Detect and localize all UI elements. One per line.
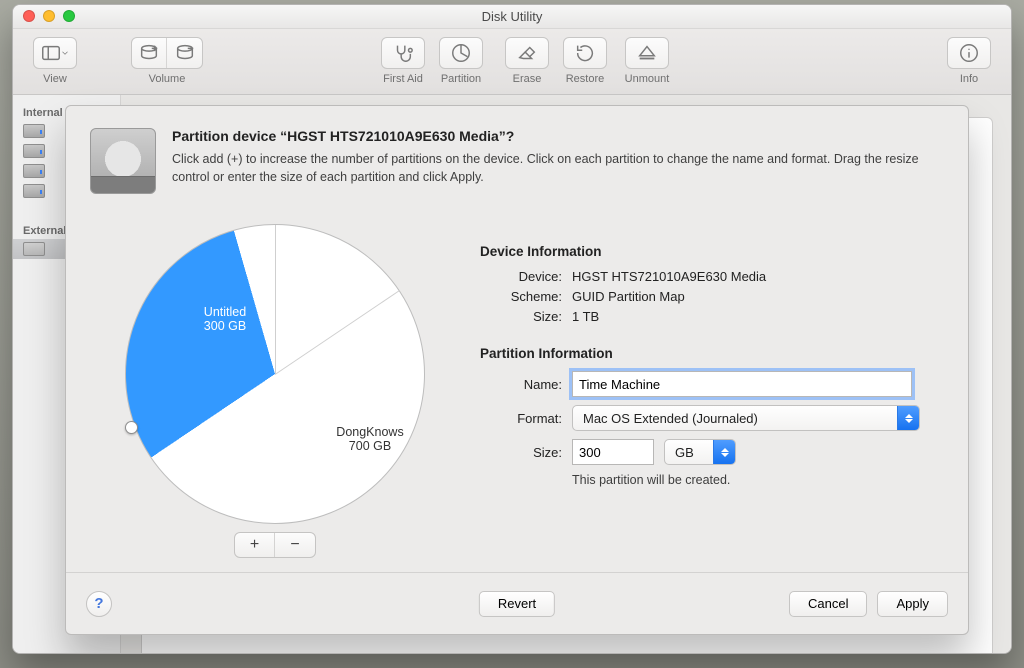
volume-label: Volume	[131, 73, 203, 85]
partition-button[interactable]	[439, 37, 483, 69]
sheet-title: Partition device “HGST HTS721010A9E630 M…	[172, 128, 944, 144]
total-size-label: Size:	[480, 309, 562, 324]
size-unit-value: GB	[675, 445, 694, 460]
first-aid-button[interactable]	[381, 37, 425, 69]
pie-slice-label-other: DongKnows 700 GB	[310, 425, 430, 453]
remove-partition-button[interactable]: −	[275, 533, 315, 557]
partition-pie-wrap: Untitled 300 GB DongKnows 700 GB + −	[90, 210, 460, 558]
stepper-arrows-icon	[897, 406, 919, 430]
info-label: Info	[945, 73, 993, 85]
erase-label: Erase	[503, 73, 551, 85]
hdd-icon	[23, 184, 45, 198]
volume-minus-icon	[174, 42, 196, 64]
volume-plus-icon	[138, 42, 160, 64]
psize-label: Size:	[480, 445, 562, 460]
sheet-description: Click add (+) to increase the number of …	[172, 150, 944, 186]
volume-add-button[interactable]	[132, 38, 167, 68]
partition-add-remove: + −	[234, 532, 316, 558]
erase-button[interactable]	[505, 37, 549, 69]
device-info-header: Device Information	[480, 244, 944, 259]
sheet-footer: ? Revert Cancel Apply	[66, 572, 968, 634]
help-button[interactable]: ?	[86, 591, 112, 617]
info-column: Device Information Device: HGST HTS721010…	[480, 210, 944, 558]
stepper-arrows-icon	[713, 440, 735, 464]
info-button[interactable]	[947, 37, 991, 69]
unmount-label: Unmount	[623, 73, 671, 85]
drive-icon	[90, 128, 156, 194]
sidebar-layout-icon	[40, 42, 62, 64]
unmount-button[interactable]	[625, 37, 669, 69]
partition-sheet: Partition device “HGST HTS721010A9E630 M…	[65, 105, 969, 635]
stethoscope-icon	[392, 42, 414, 64]
add-partition-button[interactable]: +	[235, 533, 275, 557]
restore-arrow-icon	[574, 42, 596, 64]
partition-pie[interactable]: Untitled 300 GB DongKnows 700 GB	[125, 224, 425, 524]
sheet-header: Partition device “HGST HTS721010A9E630 M…	[66, 106, 968, 202]
device-value: HGST HTS721010A9E630 Media	[572, 269, 766, 284]
view-button[interactable]	[33, 37, 77, 69]
toolbar: View Volume First Aid Partition Erase Re…	[13, 29, 1011, 95]
external-drive-icon	[23, 242, 45, 256]
partition-name-input[interactable]	[572, 371, 912, 397]
cancel-button[interactable]: Cancel	[789, 591, 867, 617]
apply-button[interactable]: Apply	[877, 591, 948, 617]
hdd-icon	[23, 124, 45, 138]
total-size-value: 1 TB	[572, 309, 599, 324]
partition-size-input[interactable]	[572, 439, 654, 465]
size-unit-select[interactable]: GB	[664, 439, 736, 465]
partition-hint: This partition will be created.	[572, 473, 944, 487]
view-label: View	[31, 73, 79, 85]
format-value: Mac OS Extended (Journaled)	[583, 411, 758, 426]
format-label: Format:	[480, 411, 562, 426]
hdd-icon	[23, 144, 45, 158]
disk-utility-window: Disk Utility View Volume First Aid Parti…	[12, 4, 1012, 654]
format-select[interactable]: Mac OS Extended (Journaled)	[572, 405, 920, 431]
volume-segmented	[131, 37, 203, 69]
first-aid-label: First Aid	[379, 73, 427, 85]
partition-info-header: Partition Information	[480, 346, 944, 361]
window-title: Disk Utility	[13, 9, 1011, 24]
name-label: Name:	[480, 377, 562, 392]
device-label: Device:	[480, 269, 562, 284]
chevron-down-icon	[60, 42, 70, 64]
titlebar: Disk Utility	[13, 5, 1011, 29]
scheme-value: GUID Partition Map	[572, 289, 685, 304]
pie-slice-label-selected: Untitled 300 GB	[170, 305, 280, 333]
sheet-body: Untitled 300 GB DongKnows 700 GB + − Dev…	[66, 202, 968, 558]
revert-button[interactable]: Revert	[479, 591, 555, 617]
partition-label: Partition	[437, 73, 485, 85]
scheme-label: Scheme:	[480, 289, 562, 304]
eject-icon	[636, 42, 658, 64]
hdd-icon	[23, 164, 45, 178]
restore-label: Restore	[561, 73, 609, 85]
eraser-icon	[516, 42, 538, 64]
info-icon	[958, 42, 980, 64]
restore-button[interactable]	[563, 37, 607, 69]
volume-remove-button[interactable]	[167, 38, 202, 68]
resize-handle[interactable]	[125, 421, 138, 434]
pie-icon	[450, 42, 472, 64]
